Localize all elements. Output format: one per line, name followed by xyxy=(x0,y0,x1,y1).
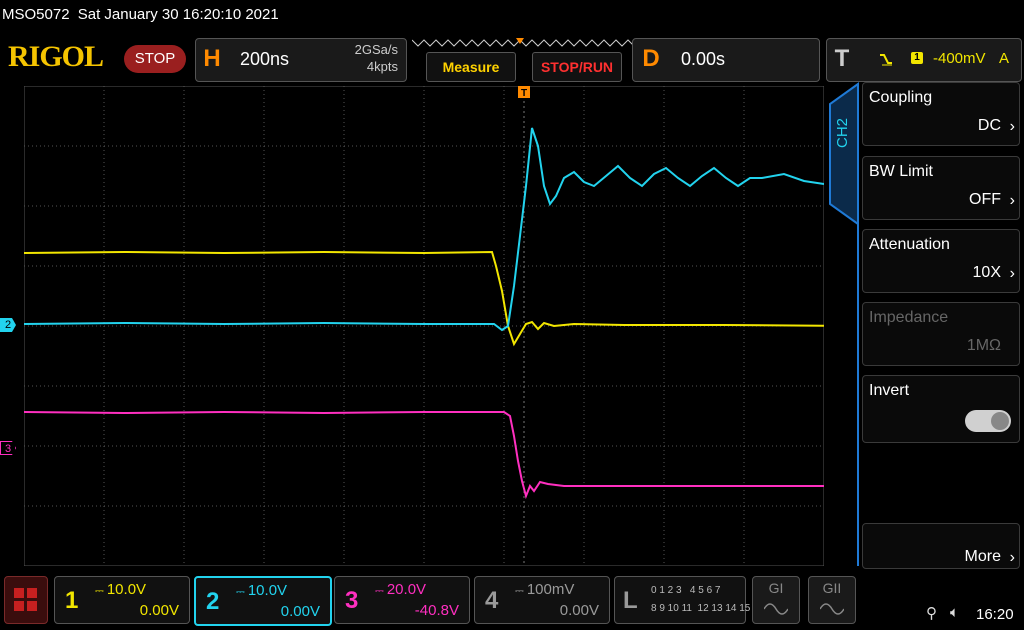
trigger-source: 1 xyxy=(911,52,923,64)
chevron-right-icon: › xyxy=(1009,265,1015,282)
chevron-right-icon: › xyxy=(1009,192,1015,209)
ch4-number: 4 xyxy=(485,587,499,614)
attenuation-value: 10X xyxy=(972,264,1001,281)
trigger-time-marker-icon: T xyxy=(518,86,530,99)
ch3-ground-marker[interactable]: 3 xyxy=(0,441,16,455)
ch1-number: 1 xyxy=(65,587,79,614)
trigger-level: -400mV xyxy=(933,50,986,67)
ch2-status[interactable]: 2 ⎓ 10.0V 0.00V xyxy=(194,576,332,626)
generator-1-label: GI xyxy=(768,580,784,596)
invert-label: Invert xyxy=(869,382,910,399)
run-state-badge[interactable]: STOP xyxy=(124,45,186,73)
ch3-offset: -40.8V xyxy=(414,602,459,619)
ch3-scale: ⎓ 20.0V xyxy=(375,581,427,598)
ch1-offset: 0.00V xyxy=(139,602,179,619)
trigger-mode: A xyxy=(999,50,1010,67)
system-clock: 16:20 xyxy=(976,606,1014,623)
impedance-menu-item[interactable]: Impedance 1MΩ xyxy=(862,302,1020,366)
ch2-ground-marker[interactable]: 2 xyxy=(0,318,16,332)
la-letter: L xyxy=(623,587,638,614)
generator-2-label: GII xyxy=(822,580,842,596)
ch4-offset: 0.00V xyxy=(559,602,599,619)
side-menu-tab-outline xyxy=(829,82,859,566)
delay-letter: D xyxy=(642,45,660,72)
waveform-display[interactable]: T xyxy=(24,86,824,566)
chevron-right-icon: › xyxy=(1009,118,1015,135)
horizontal-panel[interactable]: H 200ns 2GSa/s 4kpts xyxy=(195,38,407,82)
la-digits-row1: 0 1 2 3 4 5 6 7 xyxy=(651,585,721,596)
usb-icon: ⚲ xyxy=(926,605,937,622)
bw-limit-menu-item[interactable]: BW Limit OFF › xyxy=(862,156,1020,220)
delay-value: 0.00s xyxy=(681,49,726,69)
svg-text:T: T xyxy=(521,88,527,99)
stop-run-button[interactable]: STOP/RUN xyxy=(532,52,622,82)
delay-panel[interactable]: D 0.00s xyxy=(632,38,820,82)
ch4-scale: ⎓ 100mV xyxy=(515,581,575,598)
trigger-letter: T xyxy=(834,45,850,72)
impedance-label: Impedance xyxy=(869,309,949,326)
sine-wave-icon xyxy=(764,603,788,615)
ch3-status[interactable]: 3 ⎓ 20.0V -40.8V xyxy=(334,576,470,624)
ch1-scale: ⎓ 10.0V xyxy=(95,581,147,598)
ch2-scale: ⎓ 10.0V xyxy=(236,582,288,599)
memory-depth: 4kpts xyxy=(366,59,398,74)
sine-wave-icon xyxy=(820,603,844,615)
attenuation-menu-item[interactable]: Attenuation 10X › xyxy=(862,229,1020,293)
speaker-muted-icon[interactable]: 🔈︎ xyxy=(950,604,959,621)
datetime: Sat January 30 16:20:10 2021 xyxy=(77,6,279,23)
la-digits-row2: 8 9 10 11 12 13 14 15 xyxy=(651,603,751,614)
ch1-status[interactable]: 1 ⎓ 10.0V 0.00V xyxy=(54,576,190,624)
bw-limit-label: BW Limit xyxy=(869,163,933,180)
sample-rate: 2GSa/s xyxy=(354,42,398,57)
more-label: More xyxy=(964,548,1001,565)
grid-menu-icon xyxy=(14,588,37,611)
la-status[interactable]: L 0 1 2 3 4 5 6 7 8 9 10 11 12 13 14 15 xyxy=(614,576,750,624)
rigol-logo: RIGOL xyxy=(8,40,104,73)
generator-2-button[interactable]: GII xyxy=(808,576,856,624)
coupling-label: Coupling xyxy=(869,89,933,106)
generator-1-button[interactable]: GI xyxy=(752,576,800,624)
ch4-status[interactable]: 4 ⎓ 100mV 0.00V xyxy=(474,576,610,624)
measure-button[interactable]: Measure xyxy=(426,52,516,82)
ch2-offset: 0.00V xyxy=(280,603,320,620)
bw-limit-value: OFF xyxy=(969,191,1001,208)
coupling-menu-item[interactable]: Coupling DC › xyxy=(862,82,1020,146)
timebase-value: 200ns xyxy=(240,49,290,69)
coupling-value: DC xyxy=(977,117,1001,134)
ch3-number: 3 xyxy=(345,587,359,614)
chevron-right-icon: › xyxy=(1009,549,1015,566)
falling-edge-icon xyxy=(880,54,892,66)
invert-menu-item[interactable]: Invert xyxy=(862,375,1020,443)
invert-toggle[interactable] xyxy=(965,410,1011,432)
main-menu-button[interactable] xyxy=(4,576,48,624)
ch2-number: 2 xyxy=(206,588,220,615)
horizontal-letter: H xyxy=(203,45,221,72)
impedance-value: 1MΩ xyxy=(966,337,1001,354)
attenuation-label: Attenuation xyxy=(869,236,950,253)
model-name: MSO5072 xyxy=(2,6,70,23)
status-line: MSO5072 Sat January 30 16:20:10 2021 xyxy=(2,6,279,23)
trigger-panel[interactable]: T 1 -400mV A xyxy=(826,38,1022,82)
trigger-position-bar xyxy=(412,38,634,47)
more-menu-item[interactable]: More › xyxy=(862,523,1020,569)
